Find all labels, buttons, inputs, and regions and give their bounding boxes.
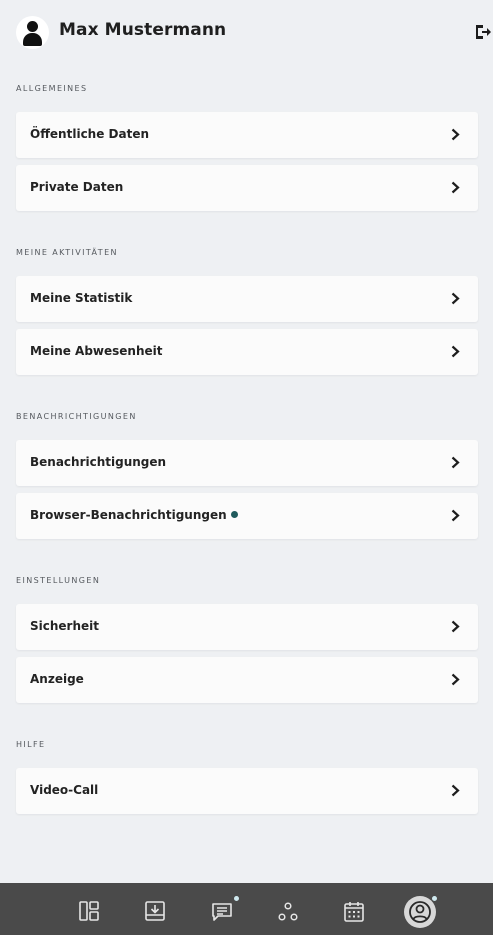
menu-item-label: Browser-Benachrichtigungen bbox=[30, 508, 227, 522]
chevron-right-icon bbox=[451, 620, 460, 633]
status-indicator-dot bbox=[230, 511, 238, 518]
chevron-right-icon bbox=[451, 456, 460, 469]
section-title-meine-aktivitaeten: MEINE AKTIVITÄTEN bbox=[16, 248, 118, 257]
profile-badge bbox=[431, 895, 438, 902]
menu-item-label: Benachrichtigungen bbox=[30, 455, 167, 469]
menu-item-meine-abwesenheit[interactable]: Meine Abwesenheit bbox=[16, 329, 478, 375]
menu-item-label: Sicherheit bbox=[30, 619, 99, 633]
dashboard-icon[interactable] bbox=[77, 899, 101, 923]
chevron-right-icon bbox=[451, 673, 460, 686]
menu-item-anzeige[interactable]: Anzeige bbox=[16, 657, 478, 703]
chevron-right-icon bbox=[451, 128, 460, 141]
chevron-right-icon bbox=[451, 345, 460, 358]
section-title-einstellungen: EINSTELLUNGEN bbox=[16, 576, 101, 585]
user-name: Max Mustermann bbox=[59, 20, 227, 40]
chat-badge bbox=[233, 895, 240, 902]
calendar-icon[interactable] bbox=[342, 900, 366, 924]
menu-item-oeffentliche-daten[interactable]: Öffentliche Daten bbox=[16, 112, 478, 158]
menu-item-video-call[interactable]: Video-Call bbox=[16, 768, 478, 814]
section-title-benachrichtigungen: BENACHRICHTIGUNGEN bbox=[16, 412, 137, 421]
menu-item-label: Meine Abwesenheit bbox=[30, 344, 163, 358]
network-icon[interactable] bbox=[276, 900, 300, 924]
menu-item-benachrichtigungen[interactable]: Benachrichtigungen bbox=[16, 440, 478, 486]
menu-item-label: Öffentliche Daten bbox=[30, 127, 150, 141]
chevron-right-icon bbox=[451, 181, 460, 194]
menu-item-sicherheit[interactable]: Sicherheit bbox=[16, 604, 478, 650]
menu-item-meine-statistik[interactable]: Meine Statistik bbox=[16, 276, 478, 322]
section-title-allgemeines: ALLGEMEINES bbox=[16, 84, 88, 93]
menu-item-label: Private Daten bbox=[30, 180, 124, 194]
inbox-download-icon[interactable] bbox=[143, 899, 167, 923]
menu-item-label: Meine Statistik bbox=[30, 291, 133, 305]
menu-item-browser-benachrichtigungen[interactable]: Browser-Benachrichtigungen bbox=[16, 493, 478, 539]
section-title-hilfe: HILFE bbox=[16, 740, 46, 749]
chat-icon[interactable] bbox=[210, 900, 234, 924]
header: Max Mustermann bbox=[0, 0, 493, 64]
profile-screen: Max Mustermann ALLGEMEINES Öffentliche D… bbox=[0, 0, 493, 935]
menu-item-private-daten[interactable]: Private Daten bbox=[16, 165, 478, 211]
logout-icon[interactable] bbox=[474, 23, 492, 41]
chevron-right-icon bbox=[451, 292, 460, 305]
menu-item-label: Anzeige bbox=[30, 672, 84, 686]
menu-item-label-wrap: Browser-Benachrichtigungen bbox=[30, 508, 238, 522]
menu-item-label: Video-Call bbox=[30, 783, 99, 797]
user-avatar-icon[interactable] bbox=[16, 16, 49, 49]
chevron-right-icon bbox=[451, 784, 460, 797]
chevron-right-icon bbox=[451, 509, 460, 522]
